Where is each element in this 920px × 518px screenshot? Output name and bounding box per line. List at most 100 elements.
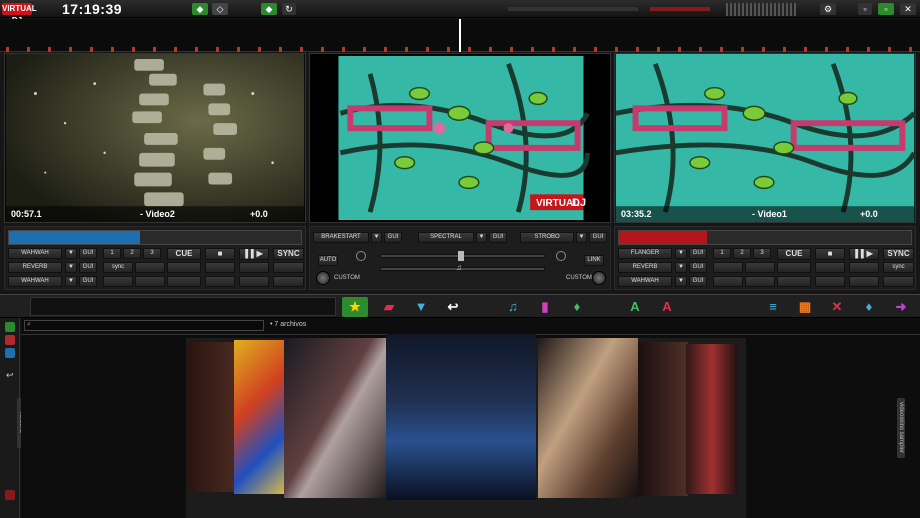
send-to-icon[interactable]: ➜ bbox=[888, 297, 914, 317]
right-loop-icon[interactable] bbox=[556, 251, 566, 261]
link-button[interactable]: LINK bbox=[584, 255, 604, 266]
mixer-fx1-dropdown-icon[interactable]: ▼ bbox=[371, 232, 382, 243]
right-fx1-dropdown-icon[interactable]: ▼ bbox=[675, 248, 687, 259]
mixer-fx1-button[interactable]: BRAKESTART bbox=[313, 232, 369, 243]
right-pad-1[interactable] bbox=[713, 262, 743, 273]
videoskins-sampler-tab[interactable]: videoskins sampler bbox=[897, 398, 905, 458]
left-fx1-gui-button[interactable]: GUI bbox=[79, 248, 97, 259]
auto-button[interactable]: AUTO bbox=[318, 255, 338, 266]
cover-center[interactable] bbox=[386, 334, 536, 500]
right-pad-10[interactable] bbox=[849, 276, 879, 287]
left-fx3-gui-button[interactable]: GUI bbox=[79, 276, 97, 287]
right-fx2-gui-button[interactable]: GUI bbox=[689, 262, 707, 273]
right-fx2-button[interactable]: REVERB bbox=[618, 262, 672, 273]
mixer-fx3-dropdown-icon[interactable]: ▼ bbox=[576, 232, 587, 243]
sync-icon[interactable]: ◆ bbox=[261, 3, 277, 15]
right-stop-button[interactable]: ■ bbox=[815, 248, 845, 260]
left-pad-4[interactable] bbox=[239, 262, 269, 273]
left-pad-2[interactable] bbox=[167, 262, 201, 273]
mixer-fx3-gui-button[interactable]: GUI bbox=[589, 232, 607, 243]
grid-view-icon[interactable]: ▦ bbox=[792, 297, 818, 317]
left-fx3-button[interactable]: WAHWAH bbox=[8, 276, 62, 287]
eq-slider-bottom[interactable] bbox=[380, 267, 545, 271]
crossfader-mini[interactable] bbox=[508, 7, 638, 11]
right-small-sync-button[interactable]: sync bbox=[883, 262, 914, 273]
mixer-fx2-dropdown-icon[interactable]: ▼ bbox=[476, 232, 487, 243]
right-pad-5[interactable] bbox=[849, 262, 879, 273]
left-progress-bar[interactable] bbox=[8, 230, 302, 245]
waveform-area[interactable] bbox=[0, 19, 920, 52]
right-fx3-dropdown-icon[interactable]: ▼ bbox=[675, 276, 687, 287]
right-fx3-gui-button[interactable]: GUI bbox=[689, 276, 707, 287]
audio-note-icon[interactable]: ♫ bbox=[500, 297, 526, 317]
right-pad-4[interactable] bbox=[815, 262, 845, 273]
right-pad-11[interactable] bbox=[883, 276, 914, 287]
left-fx3-dropdown-icon[interactable]: ▼ bbox=[65, 276, 77, 287]
sidebar-filter-icon[interactable] bbox=[5, 348, 15, 358]
add-folder-icon[interactable]: ▰ bbox=[376, 297, 402, 317]
right-hotcue-1[interactable]: 1 bbox=[713, 248, 731, 259]
cover-1[interactable] bbox=[188, 342, 236, 492]
right-play-button[interactable]: ▌▌▶ bbox=[849, 248, 879, 260]
maximize-icon[interactable]: ▫ bbox=[878, 3, 894, 15]
right-pad-8[interactable] bbox=[777, 276, 811, 287]
right-progress-bar[interactable] bbox=[618, 230, 912, 245]
cover-7[interactable] bbox=[686, 344, 738, 494]
mic-record-icon[interactable]: ♦ bbox=[856, 297, 882, 317]
right-hotcue-3[interactable]: 3 bbox=[753, 248, 771, 259]
right-pad-7[interactable] bbox=[745, 276, 775, 287]
sidebar-back-icon[interactable]: ↩ bbox=[6, 370, 14, 381]
right-hotcue-2[interactable]: 2 bbox=[733, 248, 751, 259]
right-pad-2[interactable] bbox=[745, 262, 775, 273]
right-fx1-gui-button[interactable]: GUI bbox=[689, 248, 707, 259]
mixer-fx3-button[interactable]: STROBO bbox=[520, 232, 574, 243]
search-input[interactable]: ⌕ bbox=[24, 320, 264, 331]
right-pad-3[interactable] bbox=[777, 262, 811, 273]
settings-icon[interactable]: ⚙ bbox=[820, 3, 836, 15]
sidebar-favorites-icon[interactable] bbox=[5, 322, 15, 332]
broadcast-icon[interactable]: ◇ bbox=[212, 3, 228, 15]
font-larger-icon[interactable]: A bbox=[622, 297, 648, 317]
left-pad-3[interactable] bbox=[205, 262, 235, 273]
record-icon[interactable]: ◆ bbox=[192, 3, 208, 15]
eq-slider-top-handle[interactable] bbox=[458, 251, 464, 261]
left-play-button[interactable]: ▌▌▶ bbox=[239, 248, 269, 260]
left-small-sync-button[interactable]: sync bbox=[103, 262, 133, 273]
font-smaller-icon[interactable]: A bbox=[654, 297, 680, 317]
close-icon[interactable]: ✕ bbox=[900, 3, 916, 15]
playlist-icon[interactable]: ≡ bbox=[760, 297, 786, 317]
left-cue-button[interactable]: CUE bbox=[167, 248, 201, 260]
left-sync-button[interactable]: SYNC bbox=[273, 248, 304, 260]
cover-3[interactable] bbox=[284, 338, 388, 498]
left-fx1-button[interactable]: WAHWAH bbox=[8, 248, 62, 259]
left-pad-10[interactable] bbox=[239, 276, 269, 287]
cover-2[interactable] bbox=[234, 340, 288, 494]
browser-info-field[interactable] bbox=[30, 297, 336, 316]
left-fx2-gui-button[interactable]: GUI bbox=[79, 262, 97, 273]
shuffle-icon[interactable]: ✕ bbox=[824, 297, 850, 317]
left-fx1-dropdown-icon[interactable]: ▼ bbox=[65, 248, 77, 259]
favorites-star-icon[interactable]: ★ bbox=[342, 297, 368, 317]
right-sync-button[interactable]: SYNC bbox=[883, 248, 914, 260]
back-arrow-icon[interactable]: ↩ bbox=[440, 297, 466, 317]
left-fx2-button[interactable]: REVERB bbox=[8, 262, 62, 273]
right-cue-button[interactable]: CUE bbox=[777, 248, 811, 260]
left-stop-button[interactable]: ■ bbox=[205, 248, 235, 260]
right-fx1-button[interactable]: FLANGER bbox=[618, 248, 672, 259]
mixer-fx2-gui-button[interactable]: GUI bbox=[489, 232, 507, 243]
coverflow[interactable] bbox=[186, 334, 746, 518]
mixer-fx1-gui-button[interactable]: GUI bbox=[384, 232, 402, 243]
minimize-icon[interactable]: ▫ bbox=[858, 3, 872, 15]
left-custom-knob[interactable] bbox=[316, 271, 330, 285]
left-hotcue-1[interactable]: 1 bbox=[103, 248, 121, 259]
cover-6[interactable] bbox=[638, 342, 688, 496]
left-pad-9[interactable] bbox=[205, 276, 235, 287]
right-fx2-dropdown-icon[interactable]: ▼ bbox=[675, 262, 687, 273]
left-pad-1[interactable] bbox=[135, 262, 165, 273]
mixer-fx2-button[interactable]: SPECTRAL bbox=[418, 232, 474, 243]
left-pad-11[interactable] bbox=[273, 276, 304, 287]
video-film-icon[interactable]: ▮ bbox=[532, 297, 558, 317]
left-loop-icon[interactable] bbox=[356, 251, 366, 261]
left-hotcue-3[interactable]: 3 bbox=[143, 248, 161, 259]
left-hotcue-2[interactable]: 2 bbox=[123, 248, 141, 259]
